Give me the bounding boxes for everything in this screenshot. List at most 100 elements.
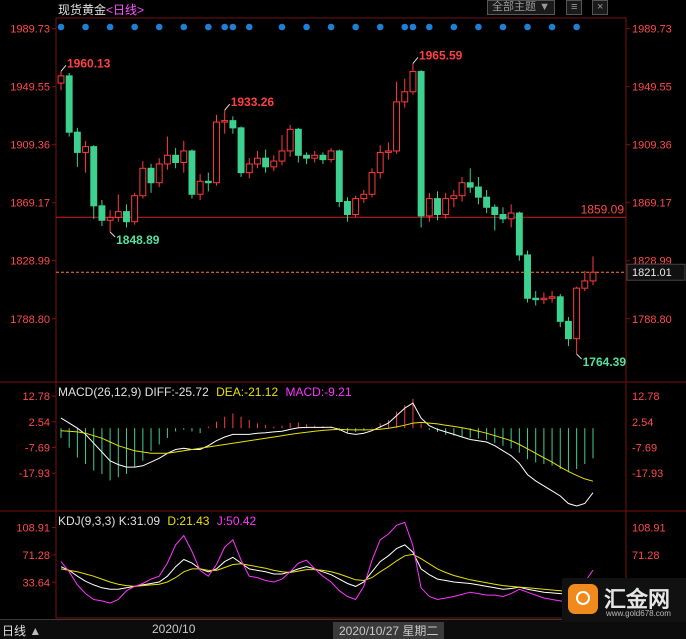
price-high-annotation: 1960.13 bbox=[67, 56, 111, 70]
cursor-date-label: 2020/10/27 星期二 bbox=[333, 622, 445, 639]
y-tick-label-left: 1989.73 bbox=[10, 24, 50, 36]
macd-tick-right: 2.54 bbox=[632, 417, 653, 429]
candle-body bbox=[532, 297, 540, 301]
event-marker bbox=[229, 23, 237, 31]
y-tick-label-right: 1949.55 bbox=[632, 82, 672, 94]
event-marker bbox=[180, 23, 188, 31]
period-label: <日线> bbox=[106, 3, 145, 17]
kdj-legend: KDJ(9,3,3) K:31.09 D:21.43 J:50.42 bbox=[58, 514, 257, 528]
annotation-leader bbox=[109, 231, 116, 238]
triangle-up-icon: ▲ bbox=[29, 624, 42, 638]
candle-body bbox=[589, 271, 597, 282]
candle-body bbox=[221, 120, 229, 123]
candle-body bbox=[581, 280, 589, 289]
price-high-annotation: 1933.26 bbox=[231, 95, 275, 109]
candle-body bbox=[237, 127, 245, 174]
candle-body bbox=[425, 198, 433, 217]
candle-body bbox=[360, 193, 368, 200]
candle-body bbox=[57, 75, 65, 84]
event-marker bbox=[327, 23, 335, 31]
kdj-j-line bbox=[60, 521, 594, 604]
candle-body bbox=[540, 297, 548, 301]
support-line-label: 1859.09 bbox=[581, 202, 625, 216]
macd-tick-right: -7.69 bbox=[632, 442, 657, 454]
instrument-name: 现货黄金 bbox=[58, 3, 107, 17]
candle-body bbox=[474, 186, 482, 198]
event-marker bbox=[409, 23, 417, 31]
close-panel-button[interactable]: × bbox=[592, 0, 609, 15]
candle-body bbox=[458, 182, 466, 197]
instrument-title[interactable]: 现货黄金<日线> bbox=[58, 1, 144, 18]
candle-body bbox=[180, 150, 188, 164]
candle-body bbox=[524, 254, 531, 299]
brand-url: www.gold678.com bbox=[606, 609, 671, 618]
candle-body bbox=[188, 150, 196, 195]
y-tick-label-left: 1788.80 bbox=[10, 314, 50, 326]
kdj-tick-left: 71.28 bbox=[22, 550, 50, 562]
theme-dropdown-label: 全部主题 bbox=[492, 1, 536, 13]
candle-body bbox=[253, 157, 261, 165]
candle-body bbox=[417, 71, 425, 217]
event-marker bbox=[106, 23, 114, 31]
candle-body bbox=[548, 296, 556, 299]
candle-body bbox=[376, 151, 384, 174]
candle-body bbox=[204, 180, 212, 184]
candle-body bbox=[294, 128, 302, 156]
chart-canvas: 1989.73 1989.73 1949.55 1949.55 1909.36 1909.… bbox=[0, 17, 686, 619]
macd-diff-line bbox=[60, 402, 594, 507]
candle-body bbox=[368, 172, 376, 195]
event-marker bbox=[475, 23, 482, 31]
y-tick-label-right: 1869.17 bbox=[632, 198, 672, 210]
macd-legend: MACD(26,12,9) DIFF:-25.72 DEA:-21.12 MAC… bbox=[58, 385, 352, 399]
event-marker bbox=[450, 23, 458, 31]
candle-body bbox=[270, 160, 278, 168]
event-marker bbox=[205, 23, 212, 31]
candle-body bbox=[499, 213, 507, 220]
event-marker bbox=[426, 23, 433, 31]
price-low-annotation: 1848.89 bbox=[116, 233, 160, 247]
macd-dea-value: -21.12 bbox=[244, 385, 279, 399]
annotation-leader bbox=[576, 353, 582, 360]
candle-body bbox=[434, 198, 441, 215]
theme-dropdown[interactable]: 全部主题 ▼ bbox=[487, 0, 555, 15]
chevron-down-icon: ▼ bbox=[539, 1, 550, 13]
candle-body bbox=[344, 200, 351, 215]
candle-body bbox=[98, 205, 106, 221]
kdj-j-value: 50.42 bbox=[226, 514, 257, 528]
event-marker bbox=[376, 23, 384, 31]
candle-body bbox=[442, 198, 450, 215]
menu-icon: ≡ bbox=[571, 1, 578, 13]
candle-body bbox=[213, 121, 220, 184]
candle-body bbox=[335, 150, 343, 202]
candle-body bbox=[327, 150, 335, 161]
event-marker bbox=[221, 23, 228, 31]
candle-body bbox=[155, 163, 163, 184]
event-marker bbox=[499, 23, 507, 31]
candle-body bbox=[483, 196, 491, 208]
month-tick-label: 2020/10 bbox=[152, 622, 196, 636]
candle-body bbox=[90, 146, 98, 207]
chart-window: 1989.73 1989.73 1949.55 1949.55 1909.36 1909.… bbox=[0, 0, 686, 639]
candle-body bbox=[450, 195, 458, 200]
annotation-leader bbox=[412, 57, 419, 64]
candle-body bbox=[564, 320, 572, 340]
candle-body bbox=[319, 154, 327, 161]
candle-body bbox=[172, 154, 180, 164]
menu-button[interactable]: ≡ bbox=[566, 0, 583, 15]
kdj-k-value: 31.09 bbox=[130, 514, 161, 528]
annotation-leader bbox=[60, 65, 67, 72]
event-marker bbox=[524, 23, 531, 31]
period-switch-button[interactable]: 日线 ▲ bbox=[2, 622, 41, 639]
candle-body bbox=[393, 101, 401, 152]
event-marker bbox=[245, 23, 253, 31]
macd-dea-line bbox=[60, 421, 594, 482]
brand-logo: 汇金网 www.gold678.com bbox=[562, 578, 686, 622]
event-marker bbox=[278, 23, 286, 31]
event-marker bbox=[401, 23, 409, 31]
event-marker bbox=[573, 23, 580, 31]
price-high-annotation: 1965.59 bbox=[419, 48, 463, 62]
candle-body bbox=[466, 182, 474, 188]
close-icon: × bbox=[597, 1, 604, 13]
kdj-tick-right: 108.91 bbox=[632, 523, 666, 535]
candle-body bbox=[278, 150, 286, 162]
